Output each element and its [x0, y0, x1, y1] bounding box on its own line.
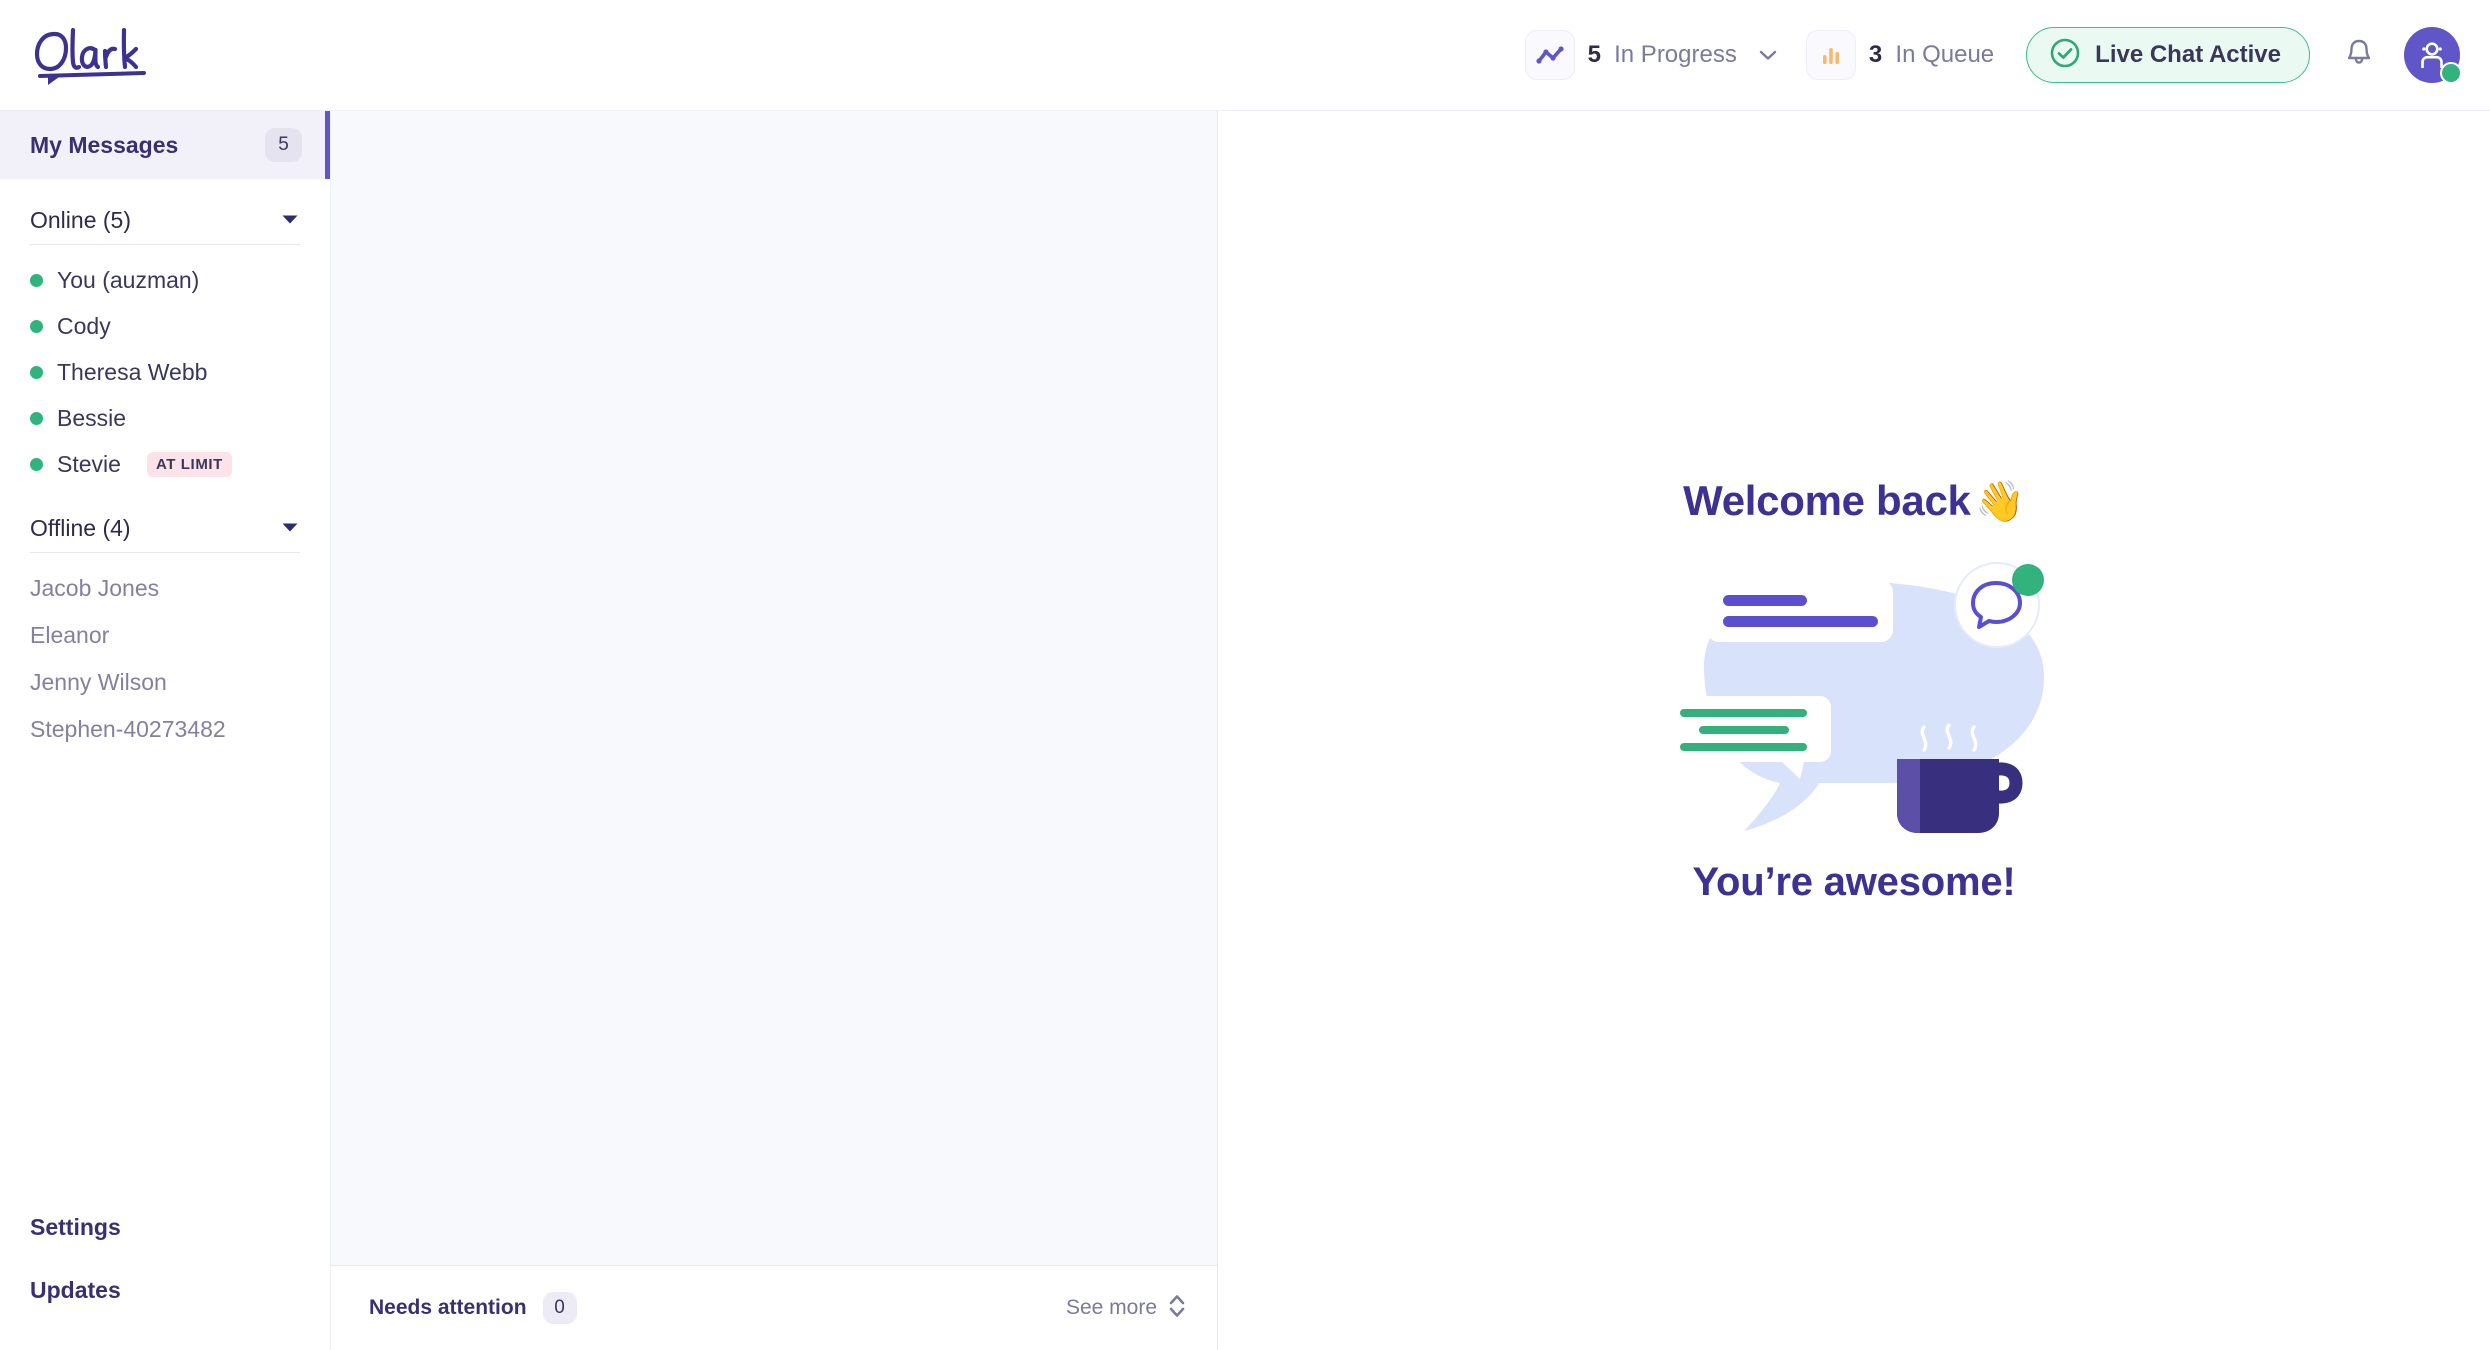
my-messages-label: My Messages: [30, 131, 179, 158]
needs-attention-bar[interactable]: Needs attention 0 See more: [331, 1265, 1217, 1350]
waving-hand-icon: 👋: [1975, 479, 2025, 524]
list-item[interactable]: Stevie AT LIMIT: [30, 441, 300, 487]
user-avatar-button[interactable]: [2404, 27, 2462, 84]
welcome-empty-state: Welcome back 👋 You’re awesome!: [1644, 477, 2064, 905]
operator-name: Cody: [57, 312, 111, 339]
chevron-down-icon[interactable]: [1758, 49, 1778, 61]
list-item[interactable]: Jenny Wilson: [30, 659, 300, 706]
bar-chart-icon: [1805, 30, 1856, 80]
operator-name: Jenny Wilson: [30, 669, 167, 695]
list-item[interactable]: You (auzman): [30, 257, 300, 303]
see-more-button[interactable]: See more: [1066, 1292, 1187, 1325]
sidebar-item-settings[interactable]: Settings: [30, 1196, 300, 1259]
in-progress-label: In Progress: [1614, 41, 1737, 68]
conversation-list-panel: Needs attention 0 See more: [330, 111, 1218, 1350]
live-chat-status-toggle[interactable]: Live Chat Active: [2026, 27, 2310, 83]
olark-app-window: 5 In Progress 3 In Queue Live Chat Activ…: [0, 0, 2490, 1350]
list-item[interactable]: Cody: [30, 303, 300, 349]
sidebar-group-online: Online (5) You (auzman) Cody Theresa Web…: [0, 179, 330, 487]
list-item[interactable]: Eleanor: [30, 612, 300, 659]
operator-name: Theresa Webb: [57, 358, 208, 385]
chevron-down-icon[interactable]: [280, 212, 300, 230]
divider: [30, 244, 300, 245]
sidebar-group-offline-header[interactable]: Offline (4): [30, 487, 300, 552]
app-body: My Messages 5 Online (5) You (auzman) Co…: [0, 111, 2490, 1350]
online-status-dot: [30, 273, 43, 287]
sidebar-group-online-header[interactable]: Online (5): [30, 179, 300, 244]
in-queue-count: 3: [1868, 41, 1883, 68]
list-item[interactable]: Theresa Webb: [30, 349, 300, 395]
avatar-online-status-dot: [2440, 62, 2462, 84]
online-status-dot: [30, 365, 43, 379]
sidebar-item-my-messages[interactable]: My Messages 5: [0, 111, 330, 179]
main-content-area: Welcome back 👋 You’re awesome!: [1218, 111, 2490, 1350]
olark-logo[interactable]: [32, 24, 262, 86]
needs-attention-badge: 0: [542, 1292, 577, 1324]
divider: [30, 552, 300, 553]
operator-name: Bessie: [57, 404, 127, 431]
olark-wordmark-icon: [34, 27, 146, 85]
online-status-dot: [30, 457, 43, 471]
bell-icon: [2344, 37, 2374, 74]
list-item[interactable]: Stephen-40273482: [30, 706, 300, 753]
chat-bubbles-coffee-mug-illustration: [1644, 547, 2064, 852]
sidebar-group-offline-title: Offline (4): [30, 515, 131, 541]
page-title: Welcome back 👋: [1683, 477, 2025, 525]
live-chat-status-label: Live Chat Active: [2095, 41, 2281, 68]
operator-name: You (auzman): [57, 266, 200, 293]
my-messages-badge: 5: [265, 128, 302, 162]
welcome-subtitle: You’re awesome!: [1692, 859, 2016, 904]
check-circle-icon: [2049, 37, 2081, 74]
operator-name: Stevie: [57, 450, 121, 477]
in-progress-count: 5: [1587, 41, 1602, 68]
operator-name: Jacob Jones: [30, 575, 160, 601]
needs-attention-label: Needs attention: [369, 1296, 527, 1319]
top-bar: 5 In Progress 3 In Queue Live Chat Activ…: [0, 0, 2490, 111]
operator-name: Eleanor: [30, 622, 110, 648]
see-more-label: See more: [1065, 1296, 1157, 1319]
chevron-down-icon[interactable]: [280, 520, 300, 538]
sidebar-group-offline: Offline (4) Jacob Jones Eleanor Jenny Wi…: [0, 487, 330, 753]
online-status-dot: [30, 319, 43, 333]
list-item[interactable]: Jacob Jones: [30, 565, 300, 612]
trend-line-icon: [1524, 30, 1575, 80]
sidebar-item-updates[interactable]: Updates: [30, 1259, 300, 1322]
status-badge: AT LIMIT: [146, 451, 232, 477]
conversation-list-empty-area: [331, 111, 1217, 1265]
welcome-title-text: Welcome back: [1683, 476, 1971, 524]
sidebar: My Messages 5 Online (5) You (auzman) Co…: [0, 111, 330, 1350]
sidebar-group-online-title: Online (5): [30, 207, 131, 233]
online-status-dot: [30, 411, 43, 425]
list-item[interactable]: Bessie: [30, 395, 300, 441]
notifications-button[interactable]: [2328, 24, 2390, 86]
sidebar-footer-nav: Settings Updates: [0, 1196, 330, 1350]
operator-name: Stephen-40273482: [30, 716, 226, 742]
stat-in-queue[interactable]: 3 In Queue: [1792, 30, 2008, 80]
chevron-up-down-icon: [1167, 1292, 1187, 1325]
stat-in-progress[interactable]: 5 In Progress: [1511, 30, 1792, 80]
in-queue-label: In Queue: [1895, 41, 1995, 68]
top-bar-actions: 5 In Progress 3 In Queue Live Chat Activ…: [1511, 24, 2462, 86]
